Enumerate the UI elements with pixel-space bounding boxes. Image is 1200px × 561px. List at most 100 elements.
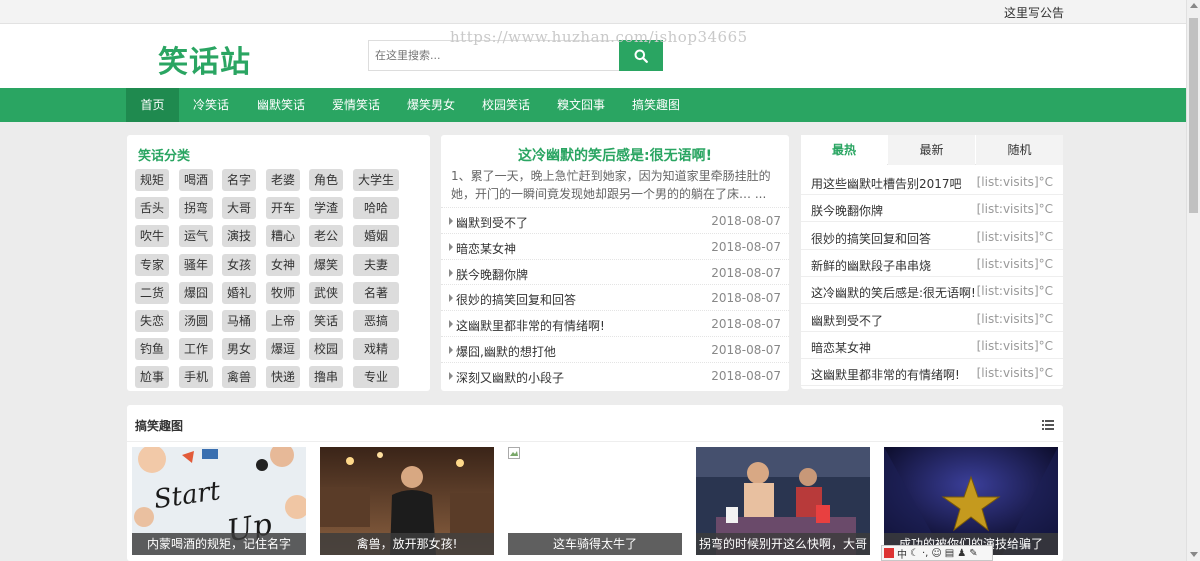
wrench-icon[interactable]: ✎ bbox=[969, 548, 977, 559]
category-tag[interactable]: 婚礼 bbox=[222, 281, 256, 304]
featured-item-title[interactable]: 幽默到受不了 bbox=[456, 214, 528, 231]
category-tag[interactable]: 喝酒 bbox=[179, 169, 213, 191]
category-tag[interactable]: 规矩 bbox=[135, 169, 169, 191]
category-tag[interactable]: 牧师 bbox=[266, 281, 300, 304]
ranking-item[interactable]: 朕今晚翻你牌 [list:visits]°C bbox=[801, 195, 1063, 223]
announcement-text[interactable]: 这里写公告 bbox=[1004, 4, 1064, 21]
nav-item-love-jokes[interactable]: 爱情笑话 bbox=[327, 88, 385, 122]
gallery-item[interactable]: 这车骑得太牛了 bbox=[508, 447, 682, 555]
featured-item[interactable]: 这幽默里都非常的有情绪啊! 2018-08-07 bbox=[441, 310, 789, 336]
category-tag[interactable]: 女神 bbox=[266, 253, 300, 276]
scroll-down-icon[interactable] bbox=[1190, 552, 1198, 557]
ranking-item[interactable]: 这冷幽默的笑后感是:很无语啊! [list:visits]°C bbox=[801, 277, 1063, 305]
moon-icon[interactable]: ☾ bbox=[910, 548, 919, 559]
featured-item[interactable]: 很妙的搞笑回复和回答 2018-08-07 bbox=[441, 284, 789, 310]
tab-hottest[interactable]: 最热 bbox=[801, 135, 887, 165]
nav-item-campus-jokes[interactable]: 校园笑话 bbox=[477, 88, 535, 122]
category-tag[interactable]: 大哥 bbox=[222, 197, 256, 220]
category-tag[interactable]: 糟心 bbox=[266, 225, 300, 248]
category-tag[interactable]: 婚姻 bbox=[353, 225, 399, 248]
category-tag[interactable]: 老婆 bbox=[266, 169, 300, 191]
category-tag[interactable]: 武侠 bbox=[309, 281, 343, 304]
category-tag[interactable]: 角色 bbox=[309, 169, 343, 191]
category-tag[interactable]: 校园 bbox=[309, 338, 343, 361]
featured-item-title[interactable]: 暗恋某女神 bbox=[456, 240, 516, 257]
featured-title[interactable]: 这冷幽默的笑后感是:很无语啊! bbox=[441, 145, 789, 165]
category-tag[interactable]: 骚年 bbox=[179, 253, 213, 276]
category-tag[interactable]: 钓鱼 bbox=[135, 338, 169, 361]
ranking-item-title[interactable]: 朕今晚翻你牌 bbox=[811, 202, 883, 219]
scroll-thumb[interactable] bbox=[1189, 18, 1198, 213]
category-tag[interactable]: 学渣 bbox=[309, 197, 343, 220]
category-tag[interactable]: 哈哈 bbox=[353, 197, 399, 220]
nav-item-funny-pics[interactable]: 搞笑趣图 bbox=[627, 88, 685, 122]
ranking-item[interactable]: 很妙的搞笑回复和回答 [list:visits]°C bbox=[801, 223, 1063, 250]
tab-random[interactable]: 随机 bbox=[976, 135, 1063, 165]
ranking-item-title[interactable]: 幽默到受不了 bbox=[811, 312, 883, 329]
featured-item[interactable]: 深刻又幽默的小段子 2018-08-07 bbox=[441, 361, 789, 388]
featured-item-title[interactable]: 很妙的搞笑回复和回答 bbox=[456, 291, 576, 308]
category-tag[interactable]: 开车 bbox=[266, 197, 300, 220]
featured-item[interactable]: 暗恋某女神 2018-08-07 bbox=[441, 232, 789, 259]
ranking-item[interactable]: 暗恋某女神 [list:visits]°C bbox=[801, 332, 1063, 359]
tab-newest[interactable]: 最新 bbox=[888, 135, 975, 165]
gallery-item[interactable]: 成功的被你们的演技给骗了 bbox=[884, 447, 1058, 555]
list-view-icon[interactable] bbox=[1042, 420, 1054, 430]
nav-item-cold-jokes[interactable]: 冷笑话 bbox=[185, 88, 237, 122]
category-tag[interactable]: 戏精 bbox=[353, 338, 399, 361]
category-tag[interactable]: 名著 bbox=[353, 281, 399, 304]
featured-item[interactable]: 幽默到受不了 2018-08-07 bbox=[441, 207, 789, 233]
ranking-item-title[interactable]: 暗恋某女神 bbox=[811, 339, 871, 356]
scroll-up-icon[interactable] bbox=[1190, 3, 1198, 8]
nav-item-funny-couples[interactable]: 爆笑男女 bbox=[402, 88, 460, 122]
emoji-icon[interactable]: ☺ bbox=[931, 548, 941, 559]
category-tag[interactable]: 上帝 bbox=[266, 310, 300, 332]
category-tag[interactable]: 快递 bbox=[266, 366, 300, 389]
user-icon[interactable]: ♟ bbox=[957, 548, 966, 559]
ime-logo-icon[interactable] bbox=[884, 548, 894, 558]
featured-item-title[interactable]: 爆囧,幽默的想打他 bbox=[456, 343, 556, 360]
ranking-item[interactable]: 这幽默里都非常的有情绪啊! [list:visits]°C bbox=[801, 359, 1063, 387]
category-tag[interactable]: 老公 bbox=[309, 225, 343, 248]
category-tag[interactable]: 舌头 bbox=[135, 197, 169, 220]
punctuation-icon[interactable]: ·, bbox=[922, 548, 928, 559]
featured-item-title[interactable]: 朕今晚翻你牌 bbox=[456, 266, 528, 283]
ranking-item[interactable]: 用这些幽默吐槽告别2017吧 [list:visits]°C bbox=[801, 168, 1063, 195]
ranking-item-title[interactable]: 用这些幽默吐槽告别2017吧 bbox=[811, 175, 962, 192]
nav-item-embarrassing[interactable]: 糗文囧事 bbox=[552, 88, 610, 122]
nav-item-home[interactable]: 首页 bbox=[126, 88, 179, 122]
featured-item[interactable]: 爆囧,幽默的想打他 2018-08-07 bbox=[441, 336, 789, 362]
category-tag[interactable]: 二货 bbox=[135, 281, 169, 304]
category-tag[interactable]: 尬事 bbox=[135, 366, 169, 389]
category-tag[interactable]: 爆逗 bbox=[266, 338, 300, 361]
category-tag[interactable]: 大学生 bbox=[353, 169, 399, 191]
category-tag[interactable]: 马桶 bbox=[222, 310, 256, 332]
category-tag[interactable]: 撸串 bbox=[309, 366, 343, 389]
category-tag[interactable]: 名字 bbox=[222, 169, 256, 191]
ime-mode-label[interactable]: 中 bbox=[897, 546, 907, 561]
keyboard-icon[interactable]: ▤ bbox=[945, 548, 954, 559]
category-tag[interactable]: 专家 bbox=[135, 253, 169, 276]
category-tag[interactable]: 拐弯 bbox=[179, 197, 213, 220]
category-tag[interactable]: 夫妻 bbox=[353, 253, 399, 276]
featured-item[interactable]: 朕今晚翻你牌 2018-08-07 bbox=[441, 258, 789, 285]
category-tag[interactable]: 吹牛 bbox=[135, 225, 169, 248]
ranking-item-title[interactable]: 新鲜的幽默段子串串烧 bbox=[811, 257, 931, 274]
category-tag[interactable]: 专业 bbox=[353, 366, 399, 389]
category-tag[interactable]: 男女 bbox=[222, 338, 256, 361]
featured-item-title[interactable]: 这幽默里都非常的有情绪啊! bbox=[456, 317, 605, 334]
ranking-item-title[interactable]: 很妙的搞笑回复和回答 bbox=[811, 230, 931, 247]
page-scrollbar[interactable] bbox=[1186, 0, 1200, 561]
category-tag[interactable]: 汤圆 bbox=[179, 310, 213, 332]
ranking-item[interactable]: 新鲜的幽默段子串串烧 [list:visits]°C bbox=[801, 250, 1063, 277]
category-tag[interactable]: 手机 bbox=[179, 366, 213, 389]
category-tag[interactable]: 恶搞 bbox=[353, 310, 399, 332]
gallery-item[interactable]: Start Up 内蒙喝酒的规矩，记住名字 bbox=[132, 447, 306, 555]
category-tag[interactable]: 爆囧 bbox=[179, 281, 213, 304]
category-tag[interactable]: 演技 bbox=[222, 225, 256, 248]
category-tag[interactable]: 失恋 bbox=[135, 310, 169, 332]
gallery-item[interactable]: 拐弯的时候别开这么快啊，大哥 bbox=[696, 447, 870, 555]
category-tag[interactable]: 爆笑 bbox=[309, 253, 343, 276]
ranking-item-title[interactable]: 这幽默里都非常的有情绪啊! bbox=[811, 366, 960, 383]
gallery-item[interactable]: 禽兽，放开那女孩! bbox=[320, 447, 494, 555]
